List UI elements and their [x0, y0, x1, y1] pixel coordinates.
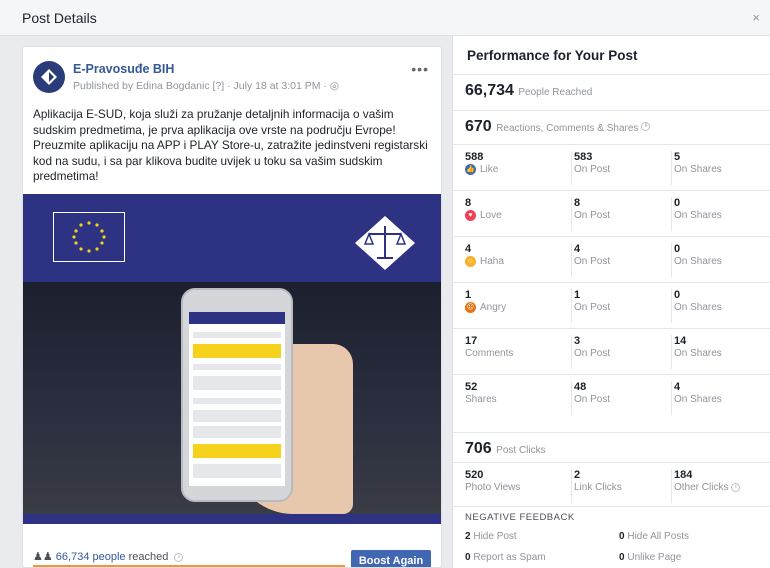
- love-icon: ♥: [465, 210, 476, 221]
- image-caption: [23, 514, 441, 524]
- reaction-row-haha: 4 ☺ Haha 4 On Post 0 On Shares: [453, 236, 770, 282]
- page-avatar[interactable]: [33, 61, 65, 93]
- negative-report-spam: 0 Report as Spam: [465, 552, 546, 563]
- reaction-row-shares: 52 Shares 48 On Post 4 On Shares: [453, 374, 770, 420]
- negative-unlike-page: 0 Unlike Page: [619, 552, 682, 563]
- modal-header: Post Details ×: [0, 0, 770, 36]
- post-card: E-Pravosuđe BIH Published by Edina Bogda…: [22, 46, 442, 568]
- post-image[interactable]: [23, 194, 441, 524]
- info-icon[interactable]: i: [641, 122, 651, 132]
- more-options-icon[interactable]: •••: [411, 61, 429, 77]
- reaction-row-comments: 17 Comments 3 On Post 14 On Shares: [453, 328, 770, 374]
- haha-icon: ☺: [465, 256, 476, 267]
- boost-again-button[interactable]: Boost Again: [351, 550, 431, 567]
- people-icon: ♟♟: [33, 551, 53, 563]
- people-reached: 66,734 People Reached: [465, 82, 593, 99]
- info-icon[interactable]: i: [174, 552, 184, 562]
- negative-feedback-title: NEGATIVE FEEDBACK: [465, 512, 575, 523]
- reaction-row-love: 8 ♥ Love 8 On Post 0 On Shares: [453, 190, 770, 236]
- engagement-total: 670 Reactions, Comments & Shares i: [465, 118, 651, 136]
- smartphone-image: [181, 288, 293, 502]
- negative-hide-all-posts: 0 Hide All Posts: [619, 531, 690, 542]
- page-name-link[interactable]: E-Pravosuđe BIH: [73, 62, 174, 76]
- angry-icon: ☹: [465, 302, 476, 313]
- reaction-row-like: 588 👍 Like 583 On Post 5 On Shares: [453, 144, 770, 190]
- globe-icon: ◎: [329, 80, 339, 92]
- reach-summary: ♟♟ 66,734 people reached i: [33, 550, 184, 563]
- like-icon: 👍: [465, 164, 476, 175]
- reaction-row-angry: 1 ☹ Angry 1 On Post 0 On Shares: [453, 282, 770, 328]
- clicks-row: 520 Photo Views 2 Link Clicks 184 Other Cli…: [453, 462, 770, 508]
- modal-title: Post Details: [22, 10, 97, 26]
- post-clicks-total: 706 Post Clicks: [465, 440, 546, 457]
- page-logo-icon: [41, 69, 57, 85]
- post-meta: Published by Edina Bogdanic [?] · July 1…: [73, 80, 339, 92]
- justice-scales-icon: [353, 214, 417, 277]
- post-text: Aplikacija E-SUD, koja služi za pružanje…: [33, 107, 428, 183]
- panel-title: Performance for Your Post: [467, 48, 638, 63]
- close-icon[interactable]: ×: [752, 10, 760, 25]
- negative-hide-post: 2 Hide Post: [465, 531, 517, 542]
- eu-flag-icon: [53, 212, 125, 262]
- info-icon[interactable]: i: [731, 483, 741, 492]
- reach-link[interactable]: 66,734 people: [56, 551, 126, 563]
- performance-panel: Performance for Your Post 66,734 People …: [452, 36, 770, 568]
